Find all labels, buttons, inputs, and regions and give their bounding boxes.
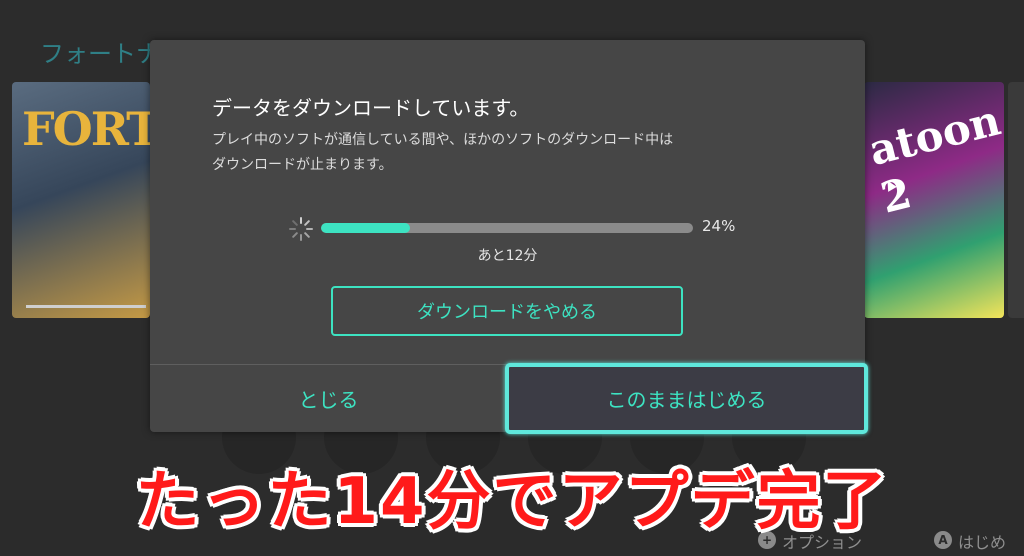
game-tile-fortnite[interactable]: FORT bbox=[12, 82, 150, 318]
tile-logo-text: atoon 2 bbox=[864, 95, 1004, 223]
progress-percent: 24% bbox=[702, 217, 736, 235]
overlay-caption: たった14分でアプデ完了 bbox=[135, 465, 889, 539]
close-button[interactable]: とじる bbox=[150, 365, 507, 432]
stop-download-button[interactable]: ダウンロードをやめる bbox=[331, 286, 683, 336]
game-tile-partial[interactable] bbox=[1008, 82, 1024, 318]
remaining-time: あと12分 bbox=[477, 248, 538, 264]
dialog-title: データをダウンロードしています。 bbox=[212, 96, 530, 120]
section-title: フォートナ bbox=[40, 40, 160, 68]
download-progress-bar bbox=[321, 223, 693, 233]
download-progress-fill bbox=[321, 223, 411, 233]
loading-spinner-icon bbox=[289, 217, 313, 241]
game-tile-splatoon[interactable]: atoon 2 bbox=[864, 82, 1004, 318]
tile-progress-bar bbox=[26, 305, 146, 308]
dialog-message-line: ダウンロードが止まります。 bbox=[212, 157, 393, 173]
start-anyway-button[interactable]: このままはじめる bbox=[505, 363, 868, 434]
tile-logo-text: FORT bbox=[22, 102, 150, 156]
dialog-message-line: プレイ中のソフトが通信している間や、ほかのソフトのダウンロード中は bbox=[212, 132, 674, 148]
dialog-message: プレイ中のソフトが通信している間や、ほかのソフトのダウンロード中は ダウンロード… bbox=[212, 128, 812, 178]
